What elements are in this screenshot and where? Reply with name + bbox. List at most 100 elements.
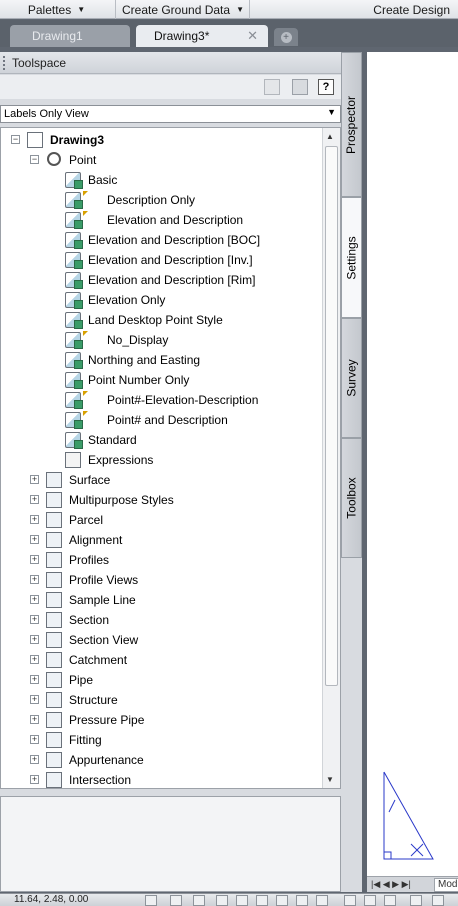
tab-toolbox[interactable]: Toolbox	[341, 438, 362, 558]
tree-node-collection[interactable]: + Multipurpose Styles	[1, 490, 321, 510]
tree-node-point-style[interactable]: Northing and Easting	[1, 350, 321, 370]
expand-toggle[interactable]: +	[30, 755, 39, 764]
model-space-icon[interactable]	[364, 895, 376, 906]
scroll-down-icon[interactable]: ▼	[326, 775, 334, 784]
tree-node-point-style[interactable]: Elevation and Description [BOC]	[1, 230, 321, 250]
annotation-icon[interactable]	[432, 895, 444, 906]
hierarchy-icon[interactable]	[264, 79, 280, 95]
tree-node-collection[interactable]: + Alignment	[1, 530, 321, 550]
view-select[interactable]: Labels Only View ▼	[0, 105, 341, 123]
tree-node-point-style[interactable]: No_Display	[1, 330, 321, 350]
tree-node-collection[interactable]: + Sample Line	[1, 590, 321, 610]
quick-view-icon[interactable]	[410, 895, 422, 906]
tree-node-point-style[interactable]: Standard	[1, 430, 321, 450]
tree-node-collection[interactable]: + Profiles	[1, 550, 321, 570]
expand-toggle[interactable]: +	[30, 595, 39, 604]
tree-node-point-style[interactable]: Elevation and Description	[1, 210, 321, 230]
expand-toggle[interactable]: +	[30, 575, 39, 584]
tree-node-point-style[interactable]: Point#-Elevation-Description	[1, 390, 321, 410]
expand-toggle[interactable]: +	[30, 735, 39, 744]
tab-prospector[interactable]: Prospector	[341, 52, 362, 197]
expand-toggle[interactable]: +	[30, 475, 39, 484]
grid-display-icon[interactable]	[193, 895, 205, 906]
snap-icon[interactable]	[145, 895, 157, 906]
tree-node-label: Description Only	[107, 193, 196, 207]
tree-node-point-style[interactable]: Basic	[1, 170, 321, 190]
toolspace-title-bar[interactable]: Toolspace	[0, 52, 362, 74]
expand-toggle[interactable]: +	[30, 535, 39, 544]
tree-node-collection[interactable]: + Parcel	[1, 510, 321, 530]
tree-node-label: Point Number Only	[88, 373, 190, 387]
create-ground-data-menu[interactable]: Create Ground Data ▼	[116, 0, 250, 19]
dyn-icon[interactable]	[316, 895, 328, 906]
tree-node-collection[interactable]: + Surface	[1, 470, 321, 490]
tree-node-point-style[interactable]: Elevation Only	[1, 290, 321, 310]
expand-toggle[interactable]: +	[30, 715, 39, 724]
tree-node-point-style[interactable]: Elevation and Description [Rim]	[1, 270, 321, 290]
drawing-icon	[27, 132, 43, 148]
expand-toggle[interactable]: +	[30, 655, 39, 664]
expand-toggle[interactable]: +	[30, 515, 39, 524]
tab-drawing1[interactable]: Drawing1	[10, 25, 130, 47]
scroll-up-icon[interactable]: ▲	[326, 132, 334, 141]
new-tab-button[interactable]: +	[274, 28, 298, 46]
drawing-canvas[interactable]	[367, 52, 458, 892]
tree-node-point-style[interactable]: Land Desktop Point Style	[1, 310, 321, 330]
grip-icon[interactable]	[3, 56, 7, 70]
tree-scrollbar[interactable]: ▲ ▼	[322, 128, 340, 788]
help-icon[interactable]: ?	[318, 79, 334, 95]
otrack-icon[interactable]	[276, 895, 288, 906]
tree-node-collection[interactable]: + Structure	[1, 690, 321, 710]
tree-node-collection[interactable]: + Profile Views	[1, 570, 321, 590]
tab-drawing3[interactable]: Drawing3* ✕	[136, 25, 268, 47]
expand-toggle[interactable]: +	[30, 635, 39, 644]
close-icon[interactable]: ✕	[247, 28, 258, 44]
grid-icon[interactable]	[170, 895, 182, 906]
scrollbar-thumb[interactable]	[325, 146, 338, 686]
palettes-menu[interactable]: Palettes ▼	[0, 0, 116, 19]
tab-survey[interactable]: Survey	[341, 318, 362, 438]
osnap-icon[interactable]	[256, 895, 268, 906]
ducs-icon[interactable]	[296, 895, 308, 906]
tree-node-label: Multipurpose Styles	[69, 493, 174, 507]
layout-icon[interactable]	[384, 895, 396, 906]
tree-node-point-style[interactable]: Point Number Only	[1, 370, 321, 390]
tree-node-collection[interactable]: + Section View	[1, 630, 321, 650]
tree-node-collection[interactable]: + Appurtenance	[1, 750, 321, 770]
polar-icon[interactable]	[236, 895, 248, 906]
nav-arrows-icon[interactable]: |◀ ◀ ▶ ▶|	[371, 879, 411, 890]
tree-node-collection[interactable]: + Intersection	[1, 770, 321, 788]
expand-toggle[interactable]: +	[30, 695, 39, 704]
toolspace-title: Toolspace	[12, 55, 67, 70]
tree-node-point-style[interactable]: Elevation and Description [Inv.]	[1, 250, 321, 270]
expand-toggle[interactable]: +	[30, 775, 39, 784]
tree-node-point-style[interactable]: Point# and Description	[1, 410, 321, 430]
lineweight-icon[interactable]	[344, 895, 356, 906]
model-tab[interactable]: Mod	[434, 878, 458, 892]
expand-toggle[interactable]: +	[30, 555, 39, 564]
tree-node-expressions[interactable]: Expressions	[1, 450, 321, 470]
chevron-down-icon[interactable]: ▼	[327, 107, 336, 117]
tree-node-label: Sample Line	[69, 593, 136, 607]
tab-settings[interactable]: Settings	[341, 197, 362, 318]
panel-toggle-icon[interactable]	[292, 79, 308, 95]
ucs-icon	[383, 771, 434, 860]
collection-icon	[46, 472, 62, 488]
create-design-menu[interactable]: Create Design	[250, 0, 458, 19]
tree-node-collection[interactable]: + Pressure Pipe	[1, 710, 321, 730]
tree-node-collection[interactable]: + Fitting	[1, 730, 321, 750]
expand-toggle[interactable]: +	[30, 495, 39, 504]
tree-node-collection[interactable]: + Catchment	[1, 650, 321, 670]
expand-toggle[interactable]: +	[30, 615, 39, 624]
tree-node-point-style[interactable]: Description Only	[1, 190, 321, 210]
toolspace-side-tabs: Prospector Settings Survey Toolbox	[341, 52, 362, 558]
collapse-toggle[interactable]: −	[11, 135, 20, 144]
ortho-icon[interactable]	[216, 895, 228, 906]
tree-node-point[interactable]: − Point	[1, 150, 321, 170]
override-flag-icon	[83, 391, 88, 396]
tree-node-drawing[interactable]: − Drawing3	[1, 130, 321, 150]
collapse-toggle[interactable]: −	[30, 155, 39, 164]
expand-toggle[interactable]: +	[30, 675, 39, 684]
tree-node-collection[interactable]: + Pipe	[1, 670, 321, 690]
tree-node-collection[interactable]: + Section	[1, 610, 321, 630]
